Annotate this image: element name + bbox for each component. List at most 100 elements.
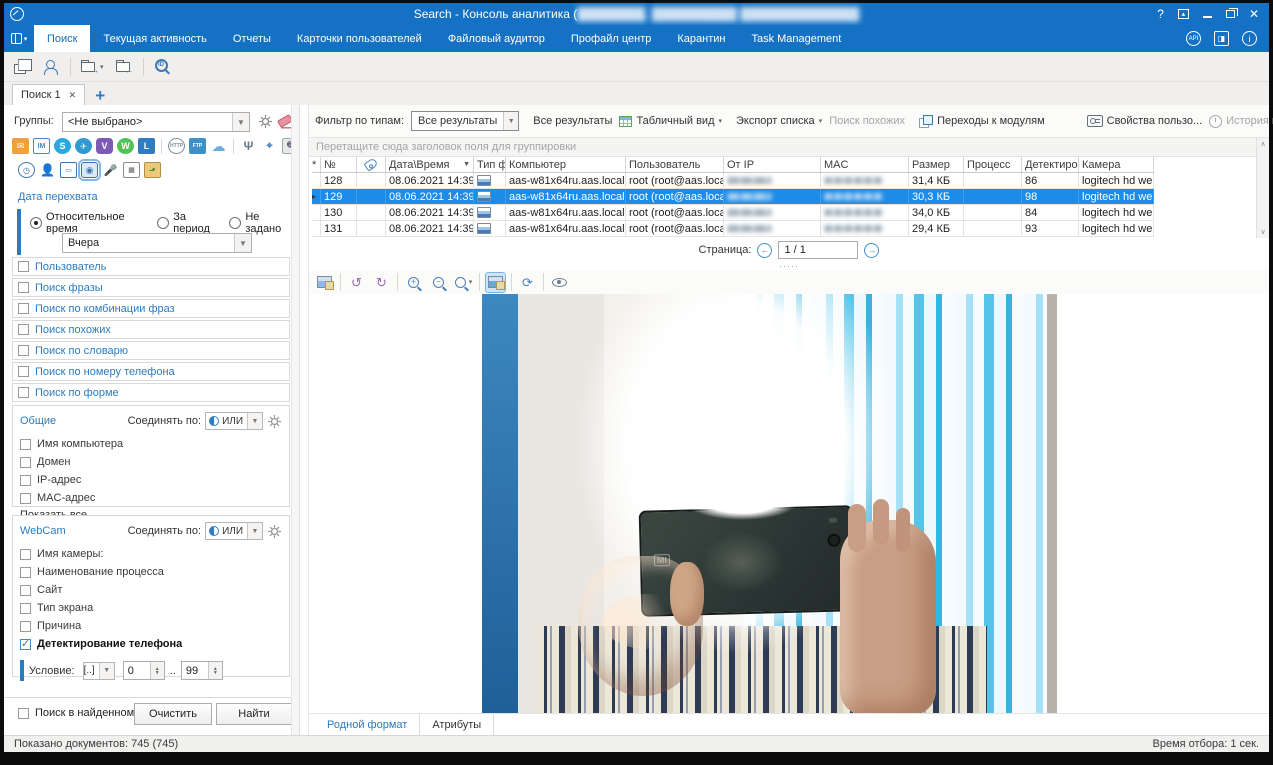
webcam-settings-icon[interactable] [267, 524, 282, 539]
app-menu-button[interactable]: ▾ [4, 25, 34, 52]
add-tab-button[interactable]: + [91, 87, 109, 105]
device-search-icon[interactable]: ⌖ [261, 138, 278, 154]
time-icon[interactable]: ◷ [18, 162, 35, 178]
im-icon[interactable]: IM [33, 138, 50, 154]
all-results-button[interactable]: Все результаты [533, 115, 612, 127]
table-scrollbar[interactable]: ∧∨ [1256, 138, 1269, 238]
table-row[interactable]: ▸ 130 08.06.2021 14:39:36 aas-w81x64ru.a… [312, 205, 1154, 221]
criteria-checkbox[interactable] [18, 387, 29, 398]
skype-icon[interactable]: S [54, 138, 71, 154]
prev-page-button[interactable]: ← [757, 243, 772, 258]
view-eye-button[interactable] [550, 273, 569, 292]
date-option-radio[interactable]: За период [157, 211, 219, 235]
filter-type-select[interactable]: Все результаты▼ [411, 111, 519, 131]
table-row[interactable]: ▸ 129 08.06.2021 14:39:38 aas-w81x64ru.a… [312, 189, 1154, 205]
common-item[interactable]: Имя компьютера [20, 435, 282, 453]
table-row[interactable]: ▸ 131 08.06.2021 14:39:33 aas-w81x64ru.a… [312, 221, 1154, 237]
user-search-button[interactable] [41, 57, 62, 77]
date-option-radio[interactable]: Не задано [229, 211, 292, 235]
menu-tab[interactable]: Поиск [34, 25, 90, 52]
help-button[interactable]: ? [1157, 3, 1164, 25]
cloud-icon[interactable]: ☁ [210, 138, 227, 154]
zoom-in-button[interactable]: + [404, 273, 423, 292]
telegram-icon[interactable]: ✈ [75, 138, 92, 154]
zoom-menu-button[interactable]: ▾ [454, 273, 473, 292]
go-modules-button[interactable]: Переходы к модулям [919, 115, 1045, 128]
rotate-left-button[interactable]: ↺ [347, 273, 366, 292]
common-settings-icon[interactable] [267, 414, 282, 429]
devices-audit-icon[interactable]: ▦ [123, 162, 140, 178]
webcam-item[interactable]: Имя камеры: [20, 545, 282, 563]
condition-from-stepper[interactable]: 0▲▼ [123, 661, 165, 680]
search-tab[interactable]: Поиск 1 ✕ [12, 84, 85, 105]
restore-button[interactable] [1226, 10, 1235, 18]
groups-select[interactable]: <Не выбрано>▼ [62, 112, 250, 132]
webcam-join-select[interactable]: ИЛИ▼ [205, 522, 263, 540]
webcam-icon[interactable]: ◉ [81, 162, 98, 178]
rotate-right-button[interactable]: ↻ [372, 273, 391, 292]
viber-icon[interactable]: V [96, 138, 113, 154]
search-criteria-item[interactable]: Пользователь [12, 257, 290, 276]
export-search-button[interactable]: →▾ [79, 57, 106, 77]
search-criteria-item[interactable]: Поиск по словарю [12, 341, 290, 360]
search-criteria-item[interactable]: Поиск по номеру телефона [12, 362, 290, 381]
menu-tab[interactable]: Task Management [738, 25, 854, 52]
user-activity-icon[interactable]: 👤 [39, 162, 56, 178]
search-criteria-item[interactable]: Поиск по комбинации фраз [12, 299, 290, 318]
fit-to-window-button[interactable] [486, 273, 505, 292]
mail-icon[interactable]: ✉ [12, 138, 29, 154]
menu-tab[interactable]: Профайл центр [558, 25, 664, 52]
http-icon[interactable]: HTTP [168, 138, 185, 154]
menu-tab[interactable]: Отчеты [220, 25, 284, 52]
criteria-checkbox[interactable] [18, 345, 29, 356]
close-tab-icon[interactable]: ✕ [69, 90, 77, 101]
menu-tab[interactable]: Карантин [664, 25, 738, 52]
relative-period-select[interactable]: Вчера▼ [62, 233, 252, 253]
folder-incoming-icon[interactable]: ⬏ [144, 162, 161, 178]
search-criteria-item[interactable]: Поиск фразы [12, 278, 290, 297]
common-item[interactable]: Домен [20, 453, 282, 471]
groups-settings-icon[interactable] [258, 114, 273, 129]
table-view-button[interactable]: Табличный вид▾ [619, 115, 722, 127]
api-icon[interactable]: API [1186, 31, 1201, 46]
modules-cube-icon[interactable]: ◨ [1214, 31, 1229, 46]
horizontal-splitter[interactable]: ····· [309, 262, 1269, 270]
find-button[interactable]: Найти [216, 703, 292, 725]
viewer-tab[interactable]: Атрибуты [420, 714, 494, 735]
menu-tab[interactable]: Текущая активность [90, 25, 219, 52]
webcam-item[interactable]: Тип экрана [20, 599, 282, 617]
refresh-button[interactable]: ⟳ [518, 273, 537, 292]
webcam-item[interactable]: Детектирование телефона [20, 635, 282, 653]
lync-icon[interactable]: L [138, 138, 155, 154]
new-window-button[interactable] [12, 57, 33, 77]
webcam-item[interactable]: Сайт [20, 581, 282, 599]
minimize-button[interactable] [1203, 10, 1212, 18]
ftp-icon[interactable]: FTP [189, 138, 206, 154]
info-icon[interactable]: i [1242, 31, 1257, 46]
next-page-button[interactable]: → [864, 243, 879, 258]
monitor-icon[interactable]: ▭ [60, 162, 77, 178]
search-criteria-item[interactable]: Поиск похожих [12, 320, 290, 339]
condition-to-stepper[interactable]: 99▲▼ [181, 661, 223, 680]
user-props-button[interactable]: Свойства пользо... [1087, 115, 1203, 127]
menu-tab[interactable]: Файловый аудитор [435, 25, 558, 52]
criteria-checkbox[interactable] [18, 366, 29, 377]
search-in-found[interactable]: Поиск в найденном [18, 707, 134, 719]
date-option-radio[interactable]: Относительное время [30, 211, 147, 235]
criteria-checkbox[interactable] [18, 303, 29, 314]
common-item[interactable]: MAC-адрес [20, 489, 282, 507]
webcam-item[interactable]: Причина [20, 617, 282, 635]
search-criteria-item[interactable]: Поиск по форме [12, 383, 290, 402]
whatsapp-icon[interactable]: W [117, 138, 134, 154]
table-row[interactable]: ▸ 128 08.06.2021 14:39:41 aas-w81x64ru.a… [312, 173, 1154, 189]
table-header-row[interactable]: * № Дата\Время▼ Тип фа Компьютер Пользов… [312, 157, 1154, 173]
criteria-checkbox[interactable] [18, 324, 29, 335]
clear-button[interactable]: Очистить [134, 703, 212, 725]
menu-tab[interactable]: Карточки пользователей [284, 25, 435, 52]
id-search-button[interactable]: ID [152, 57, 173, 77]
usb-icon[interactable]: Ψ [240, 138, 257, 154]
criteria-checkbox[interactable] [18, 261, 29, 272]
zoom-out-button[interactable]: − [429, 273, 448, 292]
criteria-checkbox[interactable] [18, 282, 29, 293]
microphone-icon[interactable]: 🎤 [102, 162, 119, 178]
